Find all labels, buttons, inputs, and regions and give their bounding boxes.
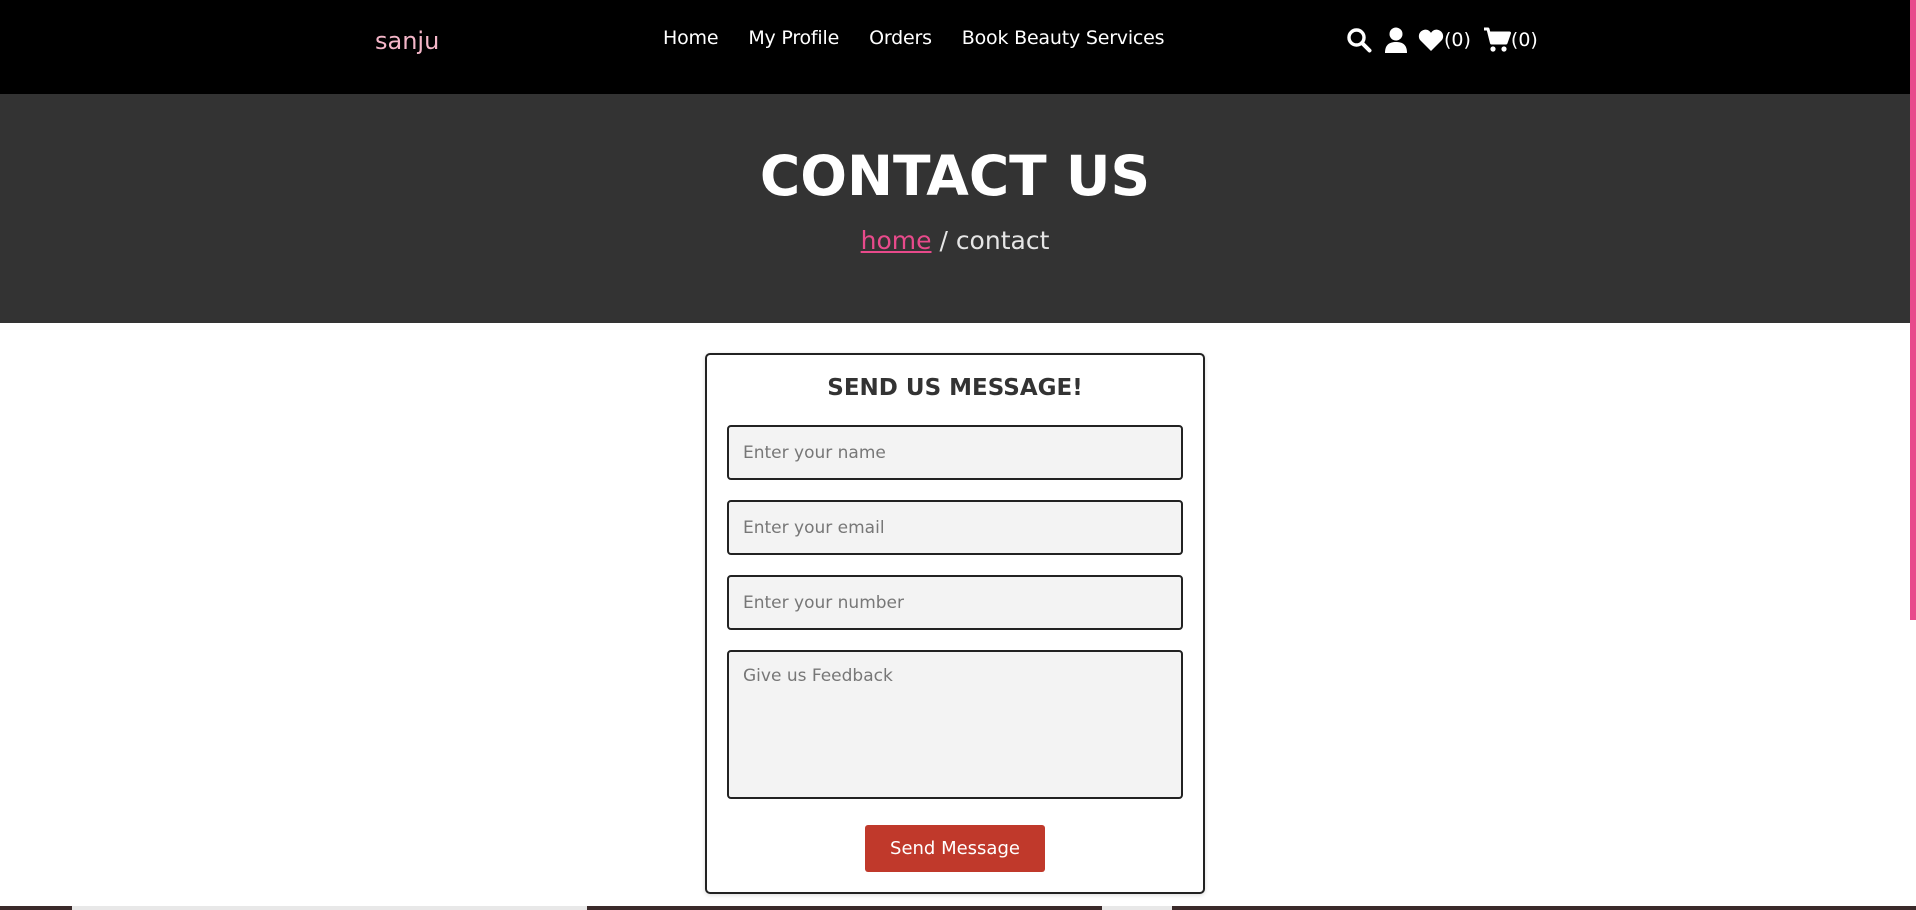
cart-button[interactable]: (0) bbox=[1483, 27, 1538, 53]
breadcrumb-current: / contact bbox=[931, 226, 1050, 255]
nav-my-profile[interactable]: My Profile bbox=[748, 27, 839, 49]
send-message-button[interactable]: Send Message bbox=[865, 825, 1045, 872]
site-header: sanju Home My Profile Orders Book Beauty… bbox=[0, 0, 1910, 94]
page-banner: CONTACT US home / contact bbox=[0, 94, 1910, 323]
nav-book-beauty-services[interactable]: Book Beauty Services bbox=[962, 27, 1165, 49]
scroll-accent-bar bbox=[1910, 0, 1916, 620]
form-title: SEND US MESSAGE! bbox=[827, 375, 1083, 401]
logo[interactable]: sanju bbox=[375, 27, 439, 55]
breadcrumb: home / contact bbox=[0, 226, 1910, 255]
email-input[interactable] bbox=[727, 500, 1183, 555]
wishlist-count: (0) bbox=[1444, 29, 1471, 51]
bottom-edge bbox=[0, 906, 1916, 910]
bottom-edge-segment bbox=[1102, 906, 1172, 910]
bottom-edge-segment bbox=[72, 906, 587, 910]
breadcrumb-home-link[interactable]: home bbox=[861, 226, 932, 255]
name-input[interactable] bbox=[727, 425, 1183, 480]
nav-orders[interactable]: Orders bbox=[869, 27, 932, 49]
cart-count: (0) bbox=[1510, 29, 1538, 51]
wishlist-button[interactable]: (0) bbox=[1418, 28, 1471, 52]
feedback-textarea[interactable] bbox=[727, 650, 1183, 799]
number-input[interactable] bbox=[727, 575, 1183, 630]
header-icons: (0) (0) bbox=[1346, 27, 1538, 53]
nav-home[interactable]: Home bbox=[663, 27, 719, 49]
heart-icon bbox=[1418, 28, 1444, 52]
page-title: CONTACT US bbox=[759, 144, 1151, 208]
contact-form: SEND US MESSAGE! Send Message bbox=[705, 353, 1205, 894]
user-icon[interactable] bbox=[1384, 27, 1408, 53]
cart-icon bbox=[1483, 27, 1511, 53]
search-icon[interactable] bbox=[1346, 27, 1372, 53]
main-nav: Home My Profile Orders Book Beauty Servi… bbox=[663, 27, 1165, 49]
